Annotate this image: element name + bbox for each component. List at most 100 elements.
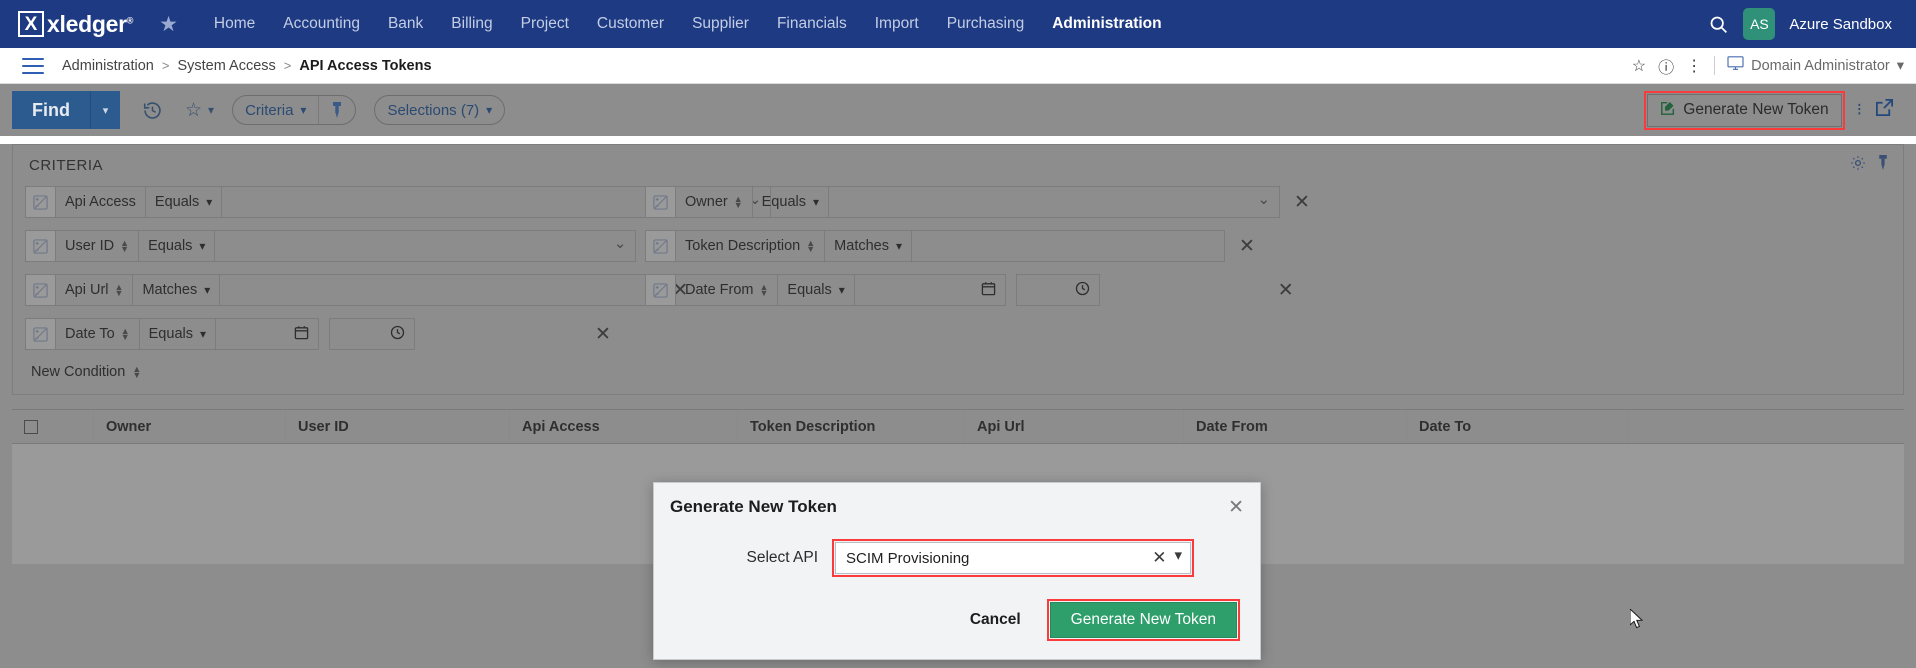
condition-field-label[interactable]: Api Access [56, 187, 146, 217]
remove-condition-icon[interactable]: ✕ [1239, 237, 1255, 256]
top-navigation-bar: X xledger® ★ Home Accounting Bank Billin… [0, 0, 1916, 48]
condition-field-label[interactable]: Owner ▲ ▼ [676, 187, 753, 217]
nav-item-home[interactable]: Home [200, 9, 269, 39]
criteria-dropdown[interactable]: Criteria ▾ [233, 96, 318, 124]
condition-field-label[interactable]: Api Url ▲ ▼ [56, 275, 134, 305]
nav-item-supplier[interactable]: Supplier [678, 9, 763, 39]
table-column-owner[interactable]: Owner [94, 410, 286, 443]
history-icon[interactable] [142, 100, 163, 121]
table-column-user-id[interactable]: User ID [286, 410, 510, 443]
external-link-icon[interactable] [1875, 98, 1894, 123]
condition-operator[interactable]: Matches ▾ [133, 275, 221, 305]
condition-toggle-icon[interactable] [646, 231, 676, 261]
condition-toggle-icon[interactable] [26, 319, 56, 349]
condition-toggle-icon[interactable] [646, 187, 676, 217]
date-input[interactable] [855, 275, 1005, 305]
clear-x-icon[interactable]: ✕ [1152, 548, 1166, 568]
condition-operator[interactable]: Equals ▾ [140, 319, 217, 349]
condition-toggle-icon[interactable] [26, 231, 56, 261]
selections-pill[interactable]: Selections (7) ▾ [374, 95, 506, 125]
date-input[interactable] [216, 319, 318, 349]
table-column-token-description[interactable]: Token Description [738, 410, 965, 443]
clock-icon[interactable] [1075, 281, 1090, 299]
generate-new-token-submit-button[interactable]: Generate New Token [1049, 602, 1237, 638]
spinner-icon[interactable]: ▲ ▼ [734, 195, 743, 210]
table-column-api-access[interactable]: Api Access [510, 410, 738, 443]
condition-field-label[interactable]: Token Description ▲ ▼ [676, 231, 826, 261]
spinner-icon[interactable]: ▲ ▼ [120, 239, 129, 254]
nav-item-financials[interactable]: Financials [763, 9, 861, 39]
condition-field-label[interactable]: Date To ▲ ▼ [56, 319, 140, 349]
condition-value-input[interactable] [220, 275, 657, 305]
condition-toggle-icon[interactable] [26, 275, 56, 305]
star-outline-icon[interactable]: ☆ [1632, 56, 1646, 76]
star-icon[interactable]: ★ [159, 12, 178, 37]
table-column-date-to[interactable]: Date To [1407, 410, 1629, 443]
nav-item-bank[interactable]: Bank [374, 9, 437, 39]
condition-value-input[interactable] [829, 187, 1279, 217]
condition-operator-label: Matches [834, 238, 889, 254]
nav-item-project[interactable]: Project [507, 9, 583, 39]
nav-item-billing[interactable]: Billing [437, 9, 506, 39]
remove-condition-icon[interactable]: ✕ [595, 325, 611, 344]
condition-operator[interactable]: Equals ▾ [139, 231, 216, 261]
remove-condition-icon[interactable]: ✕ [1278, 281, 1294, 300]
favorites-dropdown[interactable]: ☆ ▾ [185, 99, 214, 122]
cancel-button[interactable]: Cancel [960, 605, 1031, 635]
remove-condition-icon[interactable]: ✕ [1294, 193, 1310, 212]
spinner-icon[interactable]: ▲ ▼ [132, 365, 141, 380]
avatar[interactable]: AS [1743, 8, 1776, 40]
gear-icon[interactable] [1850, 155, 1866, 176]
generate-new-token-button[interactable]: Generate New Token [1647, 93, 1842, 127]
spinner-icon[interactable]: ▲ ▼ [760, 283, 769, 298]
breadcrumb-item-administration[interactable]: Administration [62, 58, 154, 74]
close-icon[interactable]: ✕ [1228, 498, 1244, 517]
nav-item-purchasing[interactable]: Purchasing [933, 9, 1039, 39]
select-api-dropdown[interactable]: SCIM Provisioning ✕ ▾ [835, 542, 1191, 574]
condition-group: Date To ▲ ▼ Equals ▾ [25, 318, 320, 350]
condition-toggle-icon[interactable] [646, 275, 676, 305]
nav-item-accounting[interactable]: Accounting [269, 9, 374, 39]
spinner-icon[interactable]: ▲ ▼ [115, 283, 124, 298]
dialog-header: Generate New Token ✕ [654, 483, 1260, 523]
time-input[interactable] [329, 318, 416, 350]
pin-icon[interactable] [1877, 155, 1889, 176]
condition-operator[interactable]: Equals ▾ [146, 187, 223, 217]
condition-operator[interactable]: Matches ▾ [825, 231, 913, 261]
checkbox-box [24, 419, 38, 434]
breadcrumb-item-system-access[interactable]: System Access [177, 58, 275, 74]
condition-field-label[interactable]: User ID ▲ ▼ [56, 231, 140, 261]
find-button[interactable]: Find ▾ [12, 91, 120, 129]
calendar-icon[interactable] [294, 325, 309, 343]
user-menu[interactable]: Domain Administrator ▾ [1714, 56, 1904, 75]
new-condition-button[interactable]: New Condition ▲ ▼ [31, 364, 1891, 380]
pin-icon[interactable] [318, 96, 355, 124]
table-column-api-url[interactable]: Api Url [965, 410, 1184, 443]
time-input[interactable] [1015, 274, 1100, 306]
help-circle-icon[interactable]: ⓘ [1658, 54, 1674, 78]
condition-field-label[interactable]: Date From ▲ ▼ [676, 275, 779, 305]
generate-new-token-highlight: Generate New Token [1644, 90, 1845, 130]
calendar-icon[interactable] [981, 281, 996, 299]
selections-dropdown[interactable]: Selections (7) ▾ [375, 96, 504, 124]
nav-item-customer[interactable]: Customer [583, 9, 678, 39]
spinner-icon[interactable]: ▲ ▼ [806, 239, 815, 254]
nav-item-administration[interactable]: Administration [1038, 9, 1175, 39]
select-all-checkbox[interactable] [12, 410, 94, 443]
clock-icon[interactable] [390, 325, 405, 343]
table-column-date-from[interactable]: Date From [1184, 410, 1407, 443]
hamburger-icon[interactable] [20, 56, 46, 76]
condition-operator[interactable]: Equals ▾ [753, 187, 830, 217]
kebab-menu-icon[interactable]: ⋮ [1686, 56, 1702, 76]
spinner-icon[interactable]: ▲ ▼ [121, 327, 130, 342]
tenant-name: Azure Sandbox [1789, 15, 1892, 33]
condition-toggle-icon[interactable] [26, 187, 56, 217]
app-logo[interactable]: X xledger® [18, 11, 133, 38]
condition-operator[interactable]: Equals ▾ [778, 275, 855, 305]
search-icon[interactable] [1708, 14, 1729, 35]
condition-value-input[interactable] [215, 231, 635, 261]
condition-value-input[interactable] [912, 231, 1224, 261]
dialog-footer: Cancel Generate New Token [654, 577, 1260, 641]
nav-item-import[interactable]: Import [861, 9, 933, 39]
find-dropdown-caret[interactable]: ▾ [90, 91, 120, 129]
